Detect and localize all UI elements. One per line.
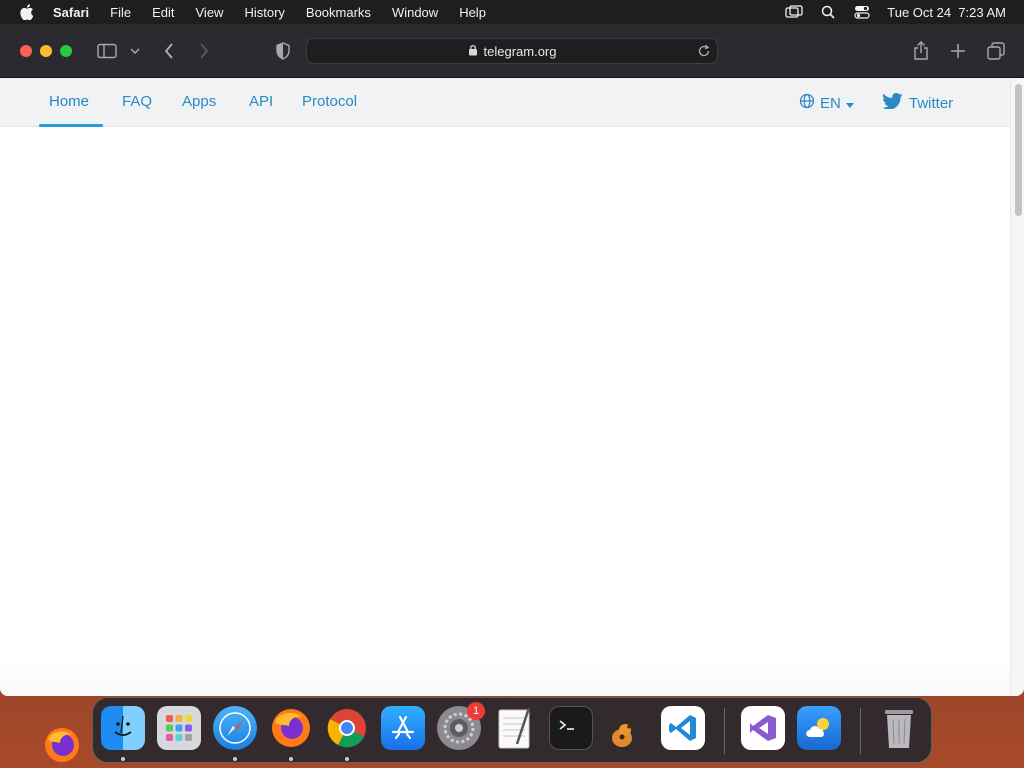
dock xyxy=(92,697,932,763)
finder-icon[interactable] xyxy=(101,706,145,750)
lock-icon xyxy=(468,44,478,59)
launchpad-icon[interactable] xyxy=(157,706,201,750)
menu-history[interactable]: History xyxy=(244,5,284,20)
chrome-running-dot xyxy=(345,757,349,761)
nav-api-link[interactable]: API xyxy=(249,93,273,110)
firefox-floating-icon[interactable] xyxy=(42,725,82,765)
site-navigation: Home FAQ Apps API Protocol EN Twitter xyxy=(0,78,1010,127)
web-page: Home FAQ Apps API Protocol EN Twitter xyxy=(0,78,1010,696)
forward-arrow-icon[interactable] xyxy=(193,41,215,61)
visual-studio-icon[interactable] xyxy=(741,706,785,750)
nav-protocol-link[interactable]: Protocol xyxy=(302,93,357,110)
firefox-icon[interactable] xyxy=(269,706,313,750)
active-tab-indicator xyxy=(39,124,103,127)
menubar-clock[interactable]: Tue Oct 24 7:23 AM xyxy=(887,5,1006,20)
app-store-icon[interactable] xyxy=(381,706,425,750)
dock-separator-trash xyxy=(860,708,861,754)
menu-file[interactable]: File xyxy=(110,5,131,20)
reload-icon[interactable] xyxy=(697,44,711,58)
safari-running-dot xyxy=(233,757,237,761)
menu-view[interactable]: View xyxy=(196,5,224,20)
chrome-icon[interactable] xyxy=(325,706,369,750)
twitter-link[interactable]: Twitter xyxy=(882,93,954,113)
menu-help[interactable]: Help xyxy=(459,5,486,20)
page-bottom-shadow xyxy=(0,656,1010,696)
language-selector[interactable]: EN xyxy=(799,93,854,113)
menu-bookmarks[interactable]: Bookmarks xyxy=(306,5,371,20)
minimize-window-button[interactable] xyxy=(40,45,52,57)
address-bar[interactable]: telegram.org xyxy=(306,38,718,64)
close-window-button[interactable] xyxy=(20,45,32,57)
safari-app-icon[interactable] xyxy=(213,706,257,750)
terminal-icon[interactable] xyxy=(549,706,593,750)
finder-running-dot xyxy=(121,757,125,761)
sidebar-toggle-icon[interactable] xyxy=(96,41,118,61)
chevron-down-icon[interactable] xyxy=(125,41,145,61)
garageband-icon[interactable] xyxy=(605,706,649,750)
notification-badge: 1 xyxy=(467,702,485,720)
nav-home-link[interactable]: Home xyxy=(49,93,89,110)
menu-window[interactable]: Window xyxy=(392,5,438,20)
menu-bar: Safari File Edit View History Bookmarks … xyxy=(0,0,1024,24)
zoom-window-button[interactable] xyxy=(60,45,72,57)
safari-window: telegram.org Home FAQ Apps API Protocol xyxy=(0,24,1024,696)
menu-app-name[interactable]: Safari xyxy=(53,5,89,20)
globe-icon xyxy=(799,93,815,113)
screen-mirroring-icon[interactable] xyxy=(785,5,803,19)
spotlight-search-icon[interactable] xyxy=(819,5,837,19)
firefox-running-dot xyxy=(289,757,293,761)
control-center-icon[interactable] xyxy=(853,5,871,19)
menu-edit[interactable]: Edit xyxy=(152,5,174,20)
caret-down-icon xyxy=(845,95,854,112)
nav-faq-link[interactable]: FAQ xyxy=(122,93,152,110)
share-icon[interactable] xyxy=(910,41,932,61)
weather-icon[interactable] xyxy=(797,706,841,750)
twitter-label: Twitter xyxy=(909,94,954,112)
tab-overview-icon[interactable] xyxy=(985,41,1007,61)
privacy-shield-icon[interactable] xyxy=(272,41,294,61)
back-arrow-icon[interactable] xyxy=(158,41,180,61)
page-scrollbar[interactable] xyxy=(1010,78,1024,696)
url-text: telegram.org xyxy=(483,43,557,59)
vscode-icon[interactable] xyxy=(661,706,705,750)
nav-apps-link[interactable]: Apps xyxy=(182,93,216,110)
language-label: EN xyxy=(820,94,841,112)
apple-menu-icon[interactable] xyxy=(19,4,35,20)
twitter-bird-icon xyxy=(882,93,903,113)
textedit-icon[interactable] xyxy=(493,706,537,750)
scrollbar-thumb[interactable] xyxy=(1015,84,1022,216)
browser-toolbar: telegram.org xyxy=(0,24,1024,78)
trash-icon[interactable] xyxy=(877,706,921,750)
dock-separator xyxy=(724,708,725,754)
new-tab-plus-icon[interactable] xyxy=(947,41,969,61)
